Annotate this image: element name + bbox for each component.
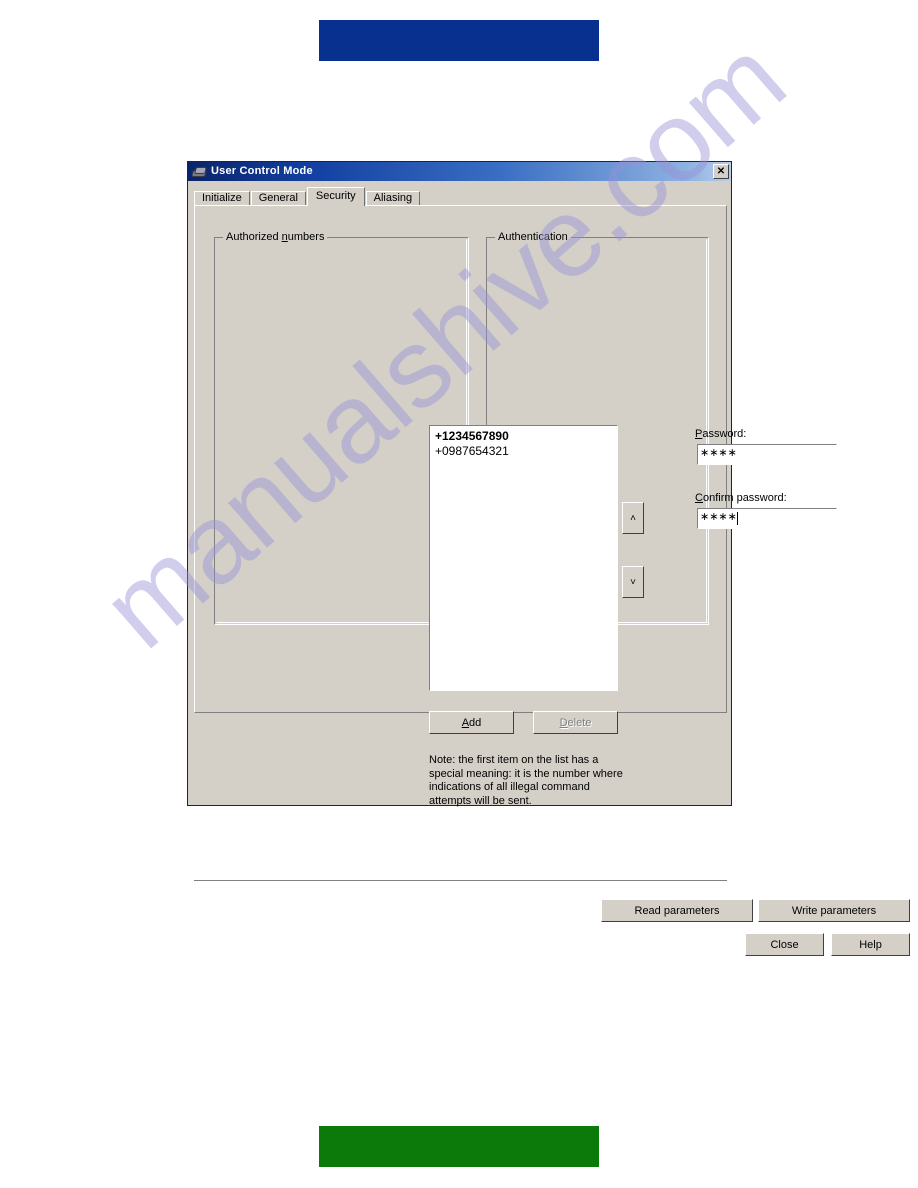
close-button[interactable]: Close xyxy=(745,933,824,956)
text-caret xyxy=(736,512,738,525)
hardware-device-icon xyxy=(191,165,207,179)
group-authorized-numbers-title: Authorized numbers xyxy=(223,231,328,243)
confirm-password-masked-value: ∗∗∗∗ xyxy=(700,511,737,523)
confirm-password-field[interactable]: ∗∗∗∗ xyxy=(697,508,837,529)
password-field[interactable]: ∗∗∗∗ xyxy=(697,444,837,465)
password-masked-value: ∗∗∗∗ xyxy=(700,447,737,459)
list-item[interactable]: +1234567890 xyxy=(432,429,617,444)
authorized-numbers-note: Note: the first item on the list has a s… xyxy=(429,754,623,807)
dialog-titlebar: User Control Mode ✕ xyxy=(188,162,731,181)
confirm-password-label: Confirm password: xyxy=(695,492,787,504)
read-parameters-button[interactable]: Read parameters xyxy=(601,899,753,922)
write-parameters-button[interactable]: Write parameters xyxy=(758,899,910,922)
tab-aliasing[interactable]: Aliasing xyxy=(365,191,421,206)
user-control-mode-dialog: User Control Mode ✕ Initialize General S… xyxy=(187,161,910,956)
top-color-banner xyxy=(319,20,599,61)
footer-separator xyxy=(194,880,727,882)
close-icon[interactable]: ✕ xyxy=(713,164,729,179)
move-down-icon[interactable]: ˅ xyxy=(622,566,644,598)
delete-button[interactable]: Delete xyxy=(533,711,618,734)
password-label: Password: xyxy=(695,428,747,440)
tab-security[interactable]: Security xyxy=(306,187,365,206)
list-item[interactable]: +0987654321 xyxy=(432,444,617,459)
tabstrip: Initialize General Security Aliasing xyxy=(194,187,727,206)
help-button[interactable]: Help xyxy=(831,933,910,956)
add-button[interactable]: Add xyxy=(429,711,514,734)
group-authentication-title: Authentication xyxy=(495,231,571,243)
tab-initialize[interactable]: Initialize xyxy=(194,191,250,206)
move-up-icon[interactable]: ˄ xyxy=(622,502,644,534)
bottom-color-banner xyxy=(319,1126,599,1167)
authorized-numbers-listbox[interactable]: +1234567890 +0987654321 xyxy=(429,425,618,691)
dialog-title: User Control Mode xyxy=(211,165,313,177)
tab-general[interactable]: General xyxy=(250,191,306,206)
